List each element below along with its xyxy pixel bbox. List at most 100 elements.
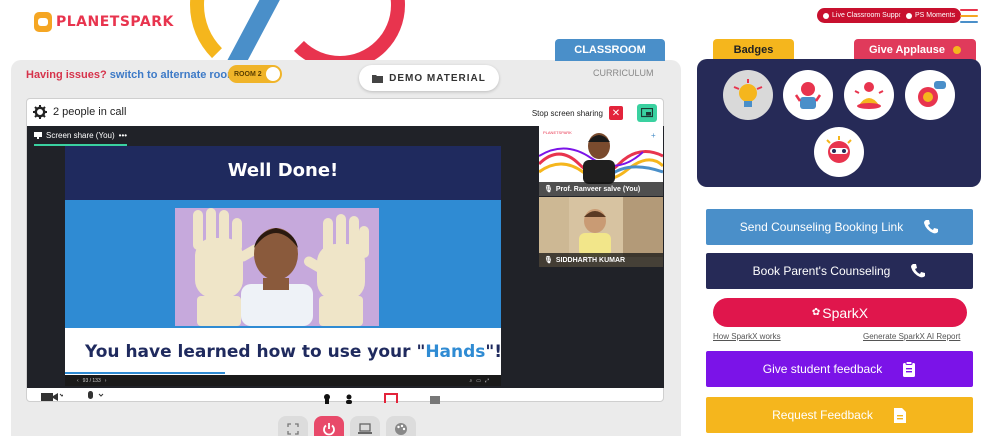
fit-icon[interactable]: ▭ [476,378,481,384]
stop-sharing-label: Stop screen sharing [531,108,603,118]
send-counseling-link-button[interactable]: Send Counseling Booking Link [706,209,973,245]
communicator-badge-icon [918,81,946,107]
ps-moments-button[interactable]: PS Moments [900,8,962,23]
plus-circle-icon [906,12,912,19]
call-toolbar [41,391,105,401]
student-name: SIDDHARTH KUMAR [555,256,626,264]
camera-icon[interactable] [41,391,63,401]
screen-switch-button[interactable] [637,104,657,122]
ps-moments-label: PS Moments [915,12,956,19]
screen-icon [641,108,653,118]
phone-icon [911,264,926,278]
svg-text:+: + [651,131,656,140]
power-icon [323,423,335,436]
next-slide-icon[interactable]: › [105,378,107,384]
folder-icon [372,74,384,83]
badge-communicator[interactable] [905,70,955,120]
expand-icon [287,423,299,435]
give-applause-label: Give Applause [868,44,945,56]
sparkx-button[interactable]: ✿ SparkX [713,298,967,327]
room-toggle[interactable]: ROOM 2 [228,65,282,83]
caption-highlight: Hands [425,342,486,362]
annotate-icon[interactable] [384,393,398,403]
generate-sparkx-report-link[interactable]: Generate SparkX AI Report [863,332,960,341]
clipboard-icon [903,360,916,377]
meeting-stage: Screen share (You) ••• Well Done! You ha… [27,126,664,388]
participant-name-student: 🎙 SIDDHARTH KUMAR [539,253,663,267]
meditation-badge-icon [854,82,884,109]
screen-share-tab[interactable]: Screen share (You) ••• [34,131,128,146]
badge-lightbulb[interactable] [723,70,773,120]
gear-icon[interactable] [33,105,47,119]
live-support-label: Live Classroom Support [832,12,907,19]
screen-tool[interactable] [350,416,380,436]
raise-hand-icon[interactable] [323,391,331,409]
end-class-tool[interactable] [314,416,344,436]
badges-panel [697,59,981,187]
lightbulb-badge-icon [733,79,763,107]
thinker-badge-icon [794,82,822,109]
zoom-icon[interactable]: ⌕ [469,378,472,384]
logo-text: PLANETSPARK [56,14,174,30]
expand-tool[interactable] [278,416,308,436]
tab-badges[interactable]: Badges [713,39,794,61]
logo-mark-icon [34,12,52,32]
badge-meditation[interactable] [844,70,894,120]
how-sparkx-works-link[interactable]: How SparkX works [713,332,781,341]
request-feedback-label: Request Feedback [772,408,873,422]
hamburger-menu-icon[interactable] [960,9,978,23]
palette-tool[interactable] [386,416,416,436]
request-feedback-button[interactable]: Request Feedback [706,397,973,433]
person-icon[interactable] [345,391,353,409]
caption-prefix: You have learned how to use your " [85,342,426,362]
call-header: 2 people in call [33,105,126,119]
give-feedback-label: Give student feedback [762,362,883,376]
fullscreen-icon[interactable]: ⤢ [485,378,489,384]
video-call-frame: 2 people in call Stop screen sharing ✕ S… [26,98,664,404]
room-toggle-label: ROOM 2 [234,70,262,78]
book-parents-label: Book Parent's Counseling [752,264,891,278]
monitor-icon [34,132,42,139]
issues-text: Having issues? [26,69,107,81]
boy-with-gloves-photo [175,208,379,326]
clap-icon [953,46,961,54]
tab-classroom[interactable]: CLASSROOM [555,39,665,61]
book-parents-counseling-button[interactable]: Book Parent's Counseling [706,253,973,289]
people-in-call-count: 2 people in call [53,106,127,118]
teacher-name: Prof. Ranveer salve (You) [555,185,641,193]
tab-curriculum[interactable]: CURRICULUM [593,68,654,78]
sparkx-logo-icon: ✿ [811,307,821,318]
tab-give-applause[interactable]: Give Applause [854,39,976,61]
slide-caption: You have learned how to use your "Hands"… [85,342,502,362]
close-icon[interactable]: ✕ [609,106,623,120]
stop-screen-sharing[interactable]: Stop screen sharing ✕ [532,106,623,120]
toggle-knob [266,67,280,81]
svg-text:PLANETSPARK: PLANETSPARK [543,130,572,135]
slide-title: Well Done! [227,160,339,181]
bottom-toolbar [278,416,416,436]
planetspark-logo[interactable]: PLANETSPARK [34,12,174,32]
more-options-icon[interactable]: ••• [119,131,127,140]
demo-material-button[interactable]: DEMO MATERIAL [359,65,499,91]
hamburger-line [960,21,978,23]
caption-suffix: "! [485,342,503,362]
palette-icon [395,423,407,435]
chat-icon[interactable] [430,396,440,404]
give-student-feedback-button[interactable]: Give student feedback [706,351,973,387]
prev-slide-icon[interactable]: ‹ [77,378,79,384]
participant-tile-teacher[interactable]: PLANETSPARK + 🎙 Prof. Ranveer salve (You… [539,126,663,196]
phone-icon [924,220,939,234]
document-icon [893,407,906,423]
slide-image-band [65,200,501,328]
slide-page-indicator: 93 / 133 [82,377,101,384]
microphone-icon[interactable] [85,391,105,401]
alternate-room-link[interactable]: switch to alternate room [110,69,237,81]
shared-slide: Well Done! You have learned how to use y… [65,146,502,386]
hamburger-line [960,15,978,17]
slide-controls: ‹ 93 / 133 › ⌕ ▭ ⤢ [65,375,501,386]
participant-tile-student[interactable]: 🎙 SIDDHARTH KUMAR [539,197,663,267]
badge-thinker[interactable] [783,70,833,120]
hamburger-line [960,9,978,11]
live-classroom-support-button[interactable]: Live Classroom Support [817,8,913,23]
badge-explorer[interactable] [814,127,864,177]
